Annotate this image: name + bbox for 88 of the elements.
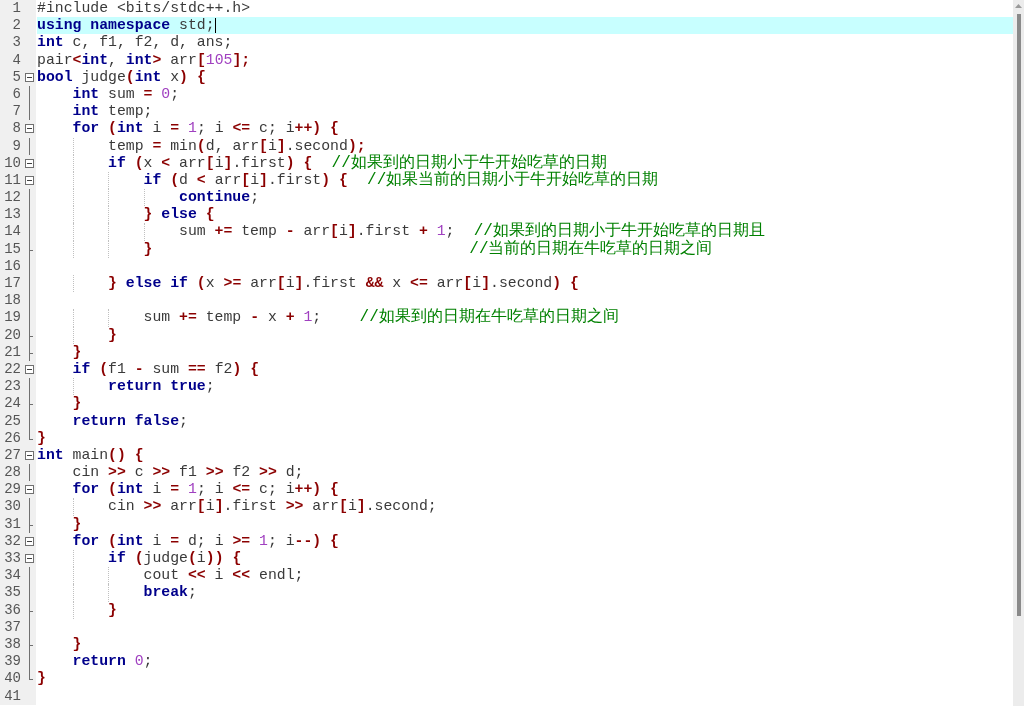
line-number: 3 bbox=[11, 34, 21, 52]
code-line: int sum = 0; bbox=[71, 85, 181, 104]
line-number: 24 bbox=[3, 395, 21, 413]
code-line: for (int i = 1; i <= c; i++) { bbox=[71, 120, 340, 138]
line-number: 13 bbox=[3, 206, 21, 224]
text-cursor bbox=[214, 17, 216, 33]
line-number: 1 bbox=[11, 0, 21, 18]
line-number: 39 bbox=[3, 653, 21, 671]
code-line: int temp; bbox=[71, 103, 154, 121]
line-number: 36 bbox=[3, 601, 21, 619]
scrollbar-thumb[interactable] bbox=[1017, 14, 1021, 616]
code-line: for (int i = d; i >= 1; i--) { bbox=[71, 532, 340, 550]
code-line: if (f1 - sum == f2) { bbox=[71, 360, 261, 379]
line-number: 32 bbox=[3, 532, 21, 550]
line-number: 38 bbox=[3, 635, 21, 654]
code-line: } bbox=[107, 326, 118, 344]
line-number: 27 bbox=[3, 446, 21, 465]
scrollbar[interactable] bbox=[1013, 0, 1024, 706]
line-number: 37 bbox=[3, 618, 21, 636]
line-number: 41 bbox=[3, 687, 21, 705]
code-line: } //当前的日期在牛吃草的日期之间 bbox=[142, 240, 714, 258]
code-line: continue; bbox=[178, 189, 260, 207]
line-number: 6 bbox=[11, 85, 21, 104]
line-number: 23 bbox=[3, 378, 21, 396]
fold-toggle-icon[interactable] bbox=[25, 450, 34, 460]
line-number: 2 bbox=[11, 17, 21, 35]
fold-toggle-icon[interactable] bbox=[25, 364, 34, 374]
fold-toggle-icon[interactable] bbox=[25, 158, 34, 168]
code-line: break; bbox=[142, 584, 198, 602]
code-line: } bbox=[71, 515, 83, 533]
fold-toggle-icon[interactable] bbox=[25, 536, 34, 546]
code-line: bool judge(int x) { bbox=[37, 68, 207, 86]
line-number: 17 bbox=[3, 275, 21, 293]
code-line: temp = min(d, arr[i].second); bbox=[107, 137, 366, 154]
code-line: } bbox=[37, 670, 47, 688]
line-number: 40 bbox=[3, 670, 21, 688]
code-line: for (int i = 1; i <= c; i++) { bbox=[71, 481, 340, 499]
code-line: return true; bbox=[107, 378, 216, 396]
line-number: 31 bbox=[3, 515, 21, 533]
code-line: pair<int, int> arr[105]; bbox=[37, 51, 252, 69]
line-number: 25 bbox=[3, 412, 21, 430]
line-number: 33 bbox=[3, 550, 21, 568]
code-line: } bbox=[107, 601, 118, 619]
code-line: if (x < arr[i].first) { //如果到的日期小于牛开始吃草的日期 bbox=[107, 154, 607, 172]
code-line: return false; bbox=[71, 412, 189, 430]
line-number: 4 bbox=[11, 51, 21, 69]
fold-toggle-icon[interactable] bbox=[25, 72, 34, 82]
line-number: 14 bbox=[3, 223, 21, 241]
line-number: 8 bbox=[11, 120, 21, 138]
line-number: 9 bbox=[11, 137, 21, 155]
code-line: } else { bbox=[142, 206, 216, 224]
code-line: cin >> c >> f1 >> f2 >> d; bbox=[71, 464, 305, 482]
code-line: } bbox=[71, 395, 83, 413]
line-number: 34 bbox=[3, 567, 21, 585]
line-number: 29 bbox=[3, 481, 21, 499]
fold-toggle-icon[interactable] bbox=[25, 124, 34, 134]
line-number: 28 bbox=[3, 464, 21, 482]
code-line: } bbox=[71, 343, 83, 361]
code-line: cin >> arr[i].first >> arr[i].second; bbox=[107, 498, 438, 516]
code-line: } else if (x >= arr[i].first && x <= arr[i].second) { bbox=[107, 275, 580, 293]
line-number: 26 bbox=[3, 429, 21, 447]
code-line: cout << i << endl; bbox=[142, 567, 305, 585]
code-line: int c, f1, f2, d, ans; bbox=[37, 34, 234, 52]
code-line: if (judge(i)) { bbox=[107, 550, 243, 568]
code-line: } bbox=[71, 635, 83, 654]
line-number: 22 bbox=[3, 360, 21, 379]
line-number: 35 bbox=[3, 584, 21, 602]
fold-toggle-icon[interactable] bbox=[25, 175, 34, 185]
code-line: return 0; bbox=[71, 653, 154, 671]
fold-toggle-icon[interactable] bbox=[25, 554, 34, 563]
code-line: sum += temp - x + 1; //如果到的日期在牛吃草的日期之间 bbox=[142, 309, 620, 327]
fold-toggle-icon[interactable] bbox=[25, 485, 34, 495]
code-line: #include <bits/stdc++.h> bbox=[37, 0, 252, 18]
line-number: 7 bbox=[11, 103, 21, 121]
line-number: 15 bbox=[3, 240, 21, 258]
line-number: 21 bbox=[3, 343, 21, 361]
code-line: if (d < arr[i].first) { //如果当前的日期小于牛开始吃草的日期 bbox=[142, 171, 660, 190]
line-number: 19 bbox=[3, 309, 21, 327]
code-line: int main() { bbox=[37, 446, 145, 465]
line-number: 5 bbox=[11, 68, 21, 86]
line-number: 10 bbox=[3, 154, 21, 172]
line-number: 12 bbox=[3, 189, 21, 207]
code-line: } bbox=[37, 429, 47, 447]
line-number: 11 bbox=[3, 171, 21, 190]
line-number: 30 bbox=[3, 498, 21, 516]
line-number: 18 bbox=[3, 292, 21, 310]
line-number: 16 bbox=[3, 257, 21, 275]
line-number: 20 bbox=[3, 326, 21, 344]
